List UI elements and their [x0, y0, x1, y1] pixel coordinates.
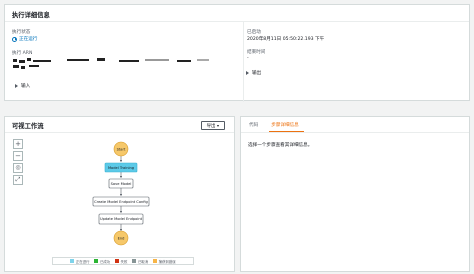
step-details-panel: 代码 步骤详细信息 选择一个步骤查看其详细信息。	[240, 116, 470, 272]
tab-code[interactable]: 代码	[247, 117, 263, 132]
execution-details-panel: 执行详细信息 执行状态 正在运行 执行 ARN 输入 已启动 2020年8月11…	[4, 4, 470, 102]
details-divider	[243, 22, 244, 102]
tab-step-details[interactable]: 步骤详细信息	[269, 117, 304, 132]
legend-swatch	[115, 259, 120, 263]
legend-label: 已取消	[137, 259, 149, 264]
output-label: 输出	[252, 71, 262, 76]
input-expander[interactable]: 输入	[15, 83, 30, 89]
redaction-bar	[27, 58, 31, 61]
status-badge: 正在运行	[12, 36, 37, 42]
arn-label: 执行 ARN	[12, 51, 33, 56]
legend-label: 失败	[120, 259, 128, 264]
legend-item: 已取消	[132, 259, 148, 264]
output-expander[interactable]: 输出	[246, 70, 261, 76]
redaction-bar	[33, 60, 51, 62]
redaction-bar	[97, 58, 105, 61]
step-details-message: 选择一个步骤查看其详细信息。	[248, 143, 313, 148]
node-save-label: Save Model	[111, 182, 132, 186]
node-start-label: Start	[117, 148, 126, 152]
caret-right-icon	[246, 71, 249, 75]
started-value: 2020年8月11日 05:50:22.193 下午	[247, 37, 325, 42]
caret-right-icon	[15, 84, 18, 88]
visual-workflow-panel: 可视工作流 导出 + − ◎ ⤢ Start Model Training Sa…	[4, 116, 235, 272]
node-create-endpoint-config[interactable]: Create Model Endpoint Config	[92, 196, 150, 207]
redaction-bar	[29, 65, 39, 67]
details-title: 执行详细信息	[5, 5, 469, 22]
legend-swatch	[153, 259, 158, 263]
workflow-graph: Start Model Training Save Model Create M…	[92, 141, 150, 246]
ended-value: -	[247, 56, 249, 61]
node-end[interactable]: End	[113, 230, 129, 246]
legend-item: 捕获到错误	[153, 259, 176, 264]
legend-label: 正在进行	[75, 259, 90, 264]
redaction-bar	[177, 60, 191, 62]
redaction-bar	[13, 65, 19, 68]
node-training-label: Model Training	[108, 166, 134, 170]
node-model-training[interactable]: Model Training	[104, 162, 138, 173]
redaction-bar	[145, 59, 169, 61]
node-update-label: Update Model Endpoint	[100, 217, 143, 221]
redaction-bar	[197, 59, 209, 61]
tab-bar: 代码 步骤详细信息	[241, 117, 469, 133]
legend-item: 正在进行	[70, 259, 89, 264]
started-label: 已启动	[247, 30, 261, 35]
redaction-bar	[19, 60, 25, 63]
legend-swatch	[94, 259, 99, 263]
node-start[interactable]: Start	[113, 141, 129, 157]
status-label: 执行状态	[12, 30, 31, 35]
status-legend: 正在进行 已成功 失败 已取消 捕获到错误	[52, 257, 194, 265]
legend-item: 失败	[115, 259, 127, 264]
legend-item: 已成功	[94, 259, 110, 264]
node-update-endpoint[interactable]: Update Model Endpoint	[98, 213, 144, 225]
info-icon	[12, 36, 17, 42]
node-create-config-label: Create Model Endpoint Config	[94, 200, 148, 204]
legend-label: 已成功	[99, 259, 111, 264]
node-save-model[interactable]: Save Model	[108, 178, 134, 189]
ended-label: 结束时间	[247, 50, 266, 55]
redaction-bar	[21, 66, 25, 69]
legend-swatch	[70, 259, 75, 263]
legend-label: 捕获到错误	[158, 259, 176, 264]
status-value: 正在运行	[19, 37, 38, 42]
node-end-label: End	[118, 237, 125, 241]
redaction-bar	[119, 60, 139, 62]
redaction-bar	[67, 59, 89, 61]
input-label: 输入	[21, 84, 31, 89]
legend-swatch	[132, 259, 137, 263]
redaction-bar	[13, 59, 17, 62]
